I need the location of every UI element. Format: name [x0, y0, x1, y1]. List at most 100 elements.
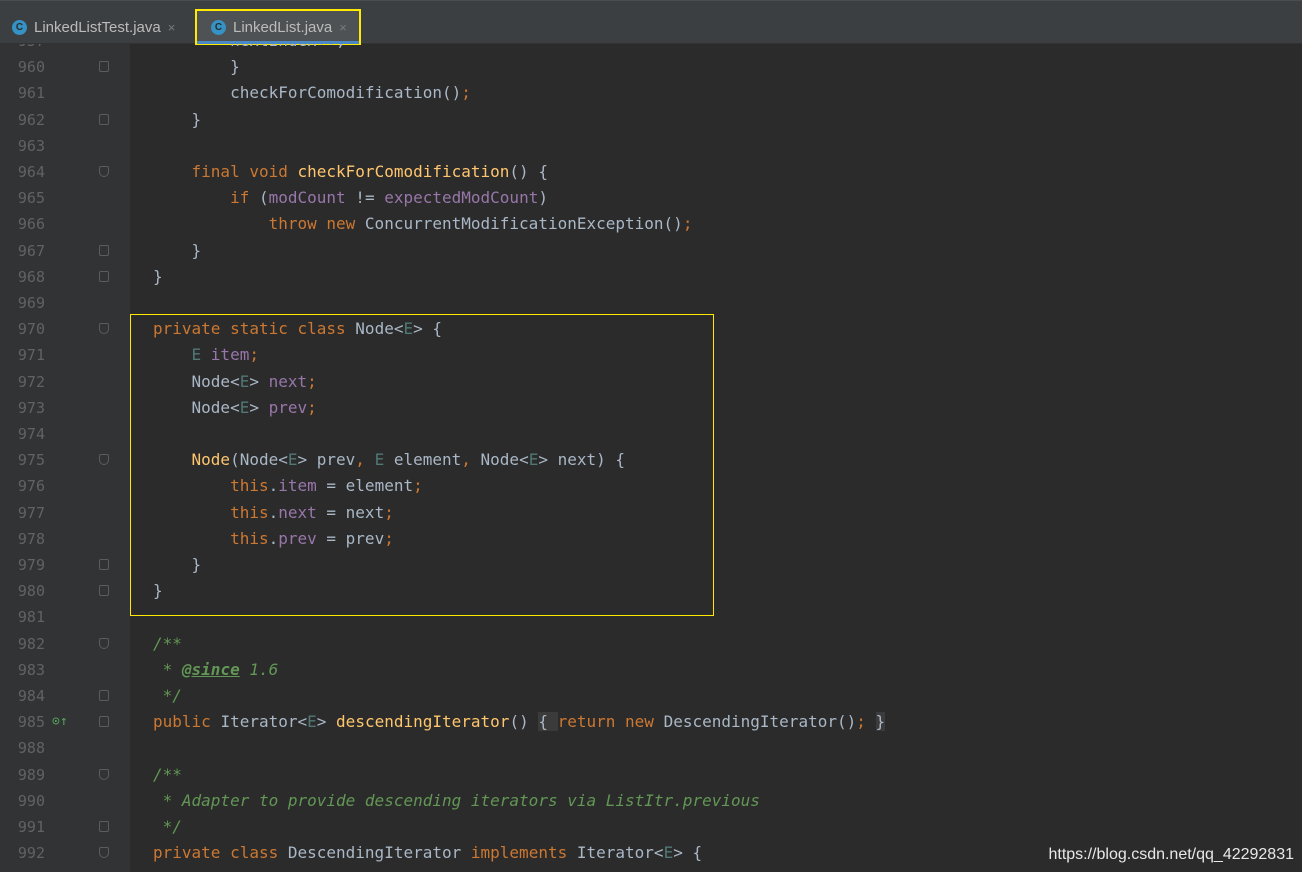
code-line[interactable]: 972 Node<E> next; — [0, 369, 1302, 395]
code-line[interactable]: 964 final void checkForComodification() … — [0, 159, 1302, 185]
code-line[interactable]: 976 this.item = element; — [0, 473, 1302, 499]
code-text: } — [153, 109, 202, 129]
line-number[interactable]: 988 — [0, 735, 45, 761]
fold-marker-icon[interactable] — [99, 454, 109, 466]
code-text: private static class Node<E> { — [153, 319, 443, 339]
line-number[interactable]: 991 — [0, 814, 45, 840]
line-number[interactable]: 960 — [0, 54, 45, 80]
code-line[interactable]: 984 */ — [0, 683, 1302, 709]
code-line[interactable]: 980} — [0, 578, 1302, 604]
code-line[interactable]: 962 } — [0, 107, 1302, 133]
line-number[interactable]: 979 — [0, 552, 45, 578]
line-number[interactable]: 967 — [0, 238, 45, 264]
fold-marker-icon[interactable] — [99, 244, 109, 256]
fold-marker-icon[interactable] — [99, 559, 109, 570]
code-text: /** — [153, 764, 182, 784]
code-editor[interactable]: 957 nextIndex++;960 }961 checkForComodif… — [0, 44, 1302, 872]
close-icon[interactable]: × — [339, 20, 347, 35]
line-number[interactable]: 964 — [0, 159, 45, 185]
code-line[interactable]: 982 /** — [0, 631, 1302, 657]
code-line[interactable]: 963 — [0, 133, 1302, 159]
line-number[interactable]: 992 — [0, 840, 45, 866]
code-line[interactable]: 979 } — [0, 552, 1302, 578]
expand-fold-icon[interactable] — [99, 716, 109, 728]
close-icon[interactable]: × — [168, 20, 176, 35]
code-text: Node(Node<E> prev, E element, Node<E> ne… — [191, 450, 626, 470]
code-line[interactable]: 974 — [0, 421, 1302, 447]
line-number[interactable]: 984 — [0, 683, 45, 709]
fold-marker-icon[interactable] — [99, 821, 109, 832]
code-text: Node<E> next; — [153, 371, 317, 391]
line-number[interactable]: 981 — [0, 604, 45, 630]
code-text: Node<E> prev; — [153, 397, 317, 417]
code-line[interactable]: 965 if (modCount != expectedModCount) — [0, 185, 1302, 211]
code-line[interactable]: 970 private static class Node<E> { — [0, 316, 1302, 342]
line-number[interactable]: 970 — [0, 316, 45, 342]
line-number[interactable]: 976 — [0, 473, 45, 499]
fold-marker-icon[interactable] — [99, 637, 109, 649]
code-line[interactable]: 969 — [0, 290, 1302, 316]
line-number[interactable]: 972 — [0, 369, 45, 395]
code-text: final void checkForComodification() { — [191, 162, 548, 181]
code-text: E item; — [191, 345, 259, 365]
line-number[interactable]: 957 — [0, 44, 45, 54]
line-number[interactable]: 966 — [0, 211, 45, 237]
code-line[interactable]: 973 Node<E> prev; — [0, 395, 1302, 421]
fold-marker-icon[interactable] — [99, 585, 109, 597]
code-text: public Iterator<E> descendingIterator() … — [153, 712, 886, 732]
code-line[interactable]: 967 } — [0, 238, 1302, 264]
code-line[interactable]: 985 ⊙↑ public Iterator<E> descendingIterat… — [0, 709, 1302, 735]
line-number[interactable]: 969 — [0, 290, 45, 316]
line-number[interactable]: 971 — [0, 342, 45, 368]
line-number[interactable]: 990 — [0, 788, 45, 814]
code-line[interactable]: 977 this.next = next; — [0, 500, 1302, 526]
line-number[interactable]: 989 — [0, 762, 45, 788]
code-line[interactable]: 990 * Adapter to provide descending iter… — [0, 788, 1302, 814]
line-number[interactable]: 982 — [0, 631, 45, 657]
tab-linkedlist[interactable]: C LinkedList.java × — [195, 9, 361, 45]
line-number[interactable]: 983 — [0, 657, 45, 683]
code-line[interactable]: 991 */ — [0, 814, 1302, 840]
fold-marker-icon[interactable] — [99, 61, 109, 73]
fold-marker-icon[interactable] — [99, 323, 109, 335]
line-number[interactable]: 962 — [0, 107, 45, 133]
line-number[interactable]: 978 — [0, 526, 45, 552]
code-line[interactable]: 961 checkForComodification(); — [0, 80, 1302, 106]
code-text: } — [153, 266, 163, 286]
code-line[interactable]: 983 * @since 1.6 — [0, 657, 1302, 683]
fold-marker-icon[interactable] — [99, 270, 109, 282]
line-number[interactable]: 985 — [0, 709, 45, 735]
code-line[interactable]: 971 E item; — [0, 342, 1302, 368]
line-number[interactable]: 974 — [0, 421, 45, 447]
code-text: } — [153, 57, 240, 77]
fold-marker-icon[interactable] — [99, 166, 109, 177]
tab-label: LinkedListTest.java — [34, 18, 161, 36]
line-number[interactable]: 975 — [0, 447, 45, 473]
code-line[interactable]: 988 — [0, 735, 1302, 761]
code-line[interactable]: 989 /** — [0, 762, 1302, 788]
code-line[interactable]: 957 nextIndex++; — [0, 44, 1302, 54]
code-line[interactable]: 981 — [0, 604, 1302, 630]
code-text: * Adapter to provide descending iterator… — [153, 790, 760, 810]
code-text: } — [153, 581, 163, 601]
line-number[interactable]: 965 — [0, 185, 45, 211]
line-number[interactable]: 963 — [0, 133, 45, 159]
line-number[interactable]: 973 — [0, 395, 45, 421]
tab-linkedlisttest[interactable]: C LinkedListTest.java × — [12, 9, 175, 45]
fold-marker-icon[interactable] — [99, 768, 109, 780]
line-number[interactable]: 977 — [0, 500, 45, 526]
code-line[interactable]: 975 Node(Node<E> prev, E element, Node<E… — [0, 447, 1302, 473]
tab-label: LinkedList.java — [233, 18, 333, 36]
override-up-icon[interactable]: ⊙↑ — [52, 709, 68, 735]
line-number[interactable]: 980 — [0, 578, 45, 604]
code-line[interactable]: 968} — [0, 264, 1302, 290]
code-line[interactable]: 978 this.prev = prev; — [0, 526, 1302, 552]
line-number[interactable]: 968 — [0, 264, 45, 290]
fold-marker-icon[interactable] — [99, 690, 109, 701]
line-number[interactable]: 961 — [0, 80, 45, 106]
code-line[interactable]: 966 throw new ConcurrentModificationExce… — [0, 211, 1302, 237]
fold-marker-icon[interactable] — [99, 113, 109, 125]
fold-marker-icon[interactable] — [99, 847, 109, 859]
code-text: } — [153, 555, 202, 574]
code-line[interactable]: 960 } — [0, 54, 1302, 80]
